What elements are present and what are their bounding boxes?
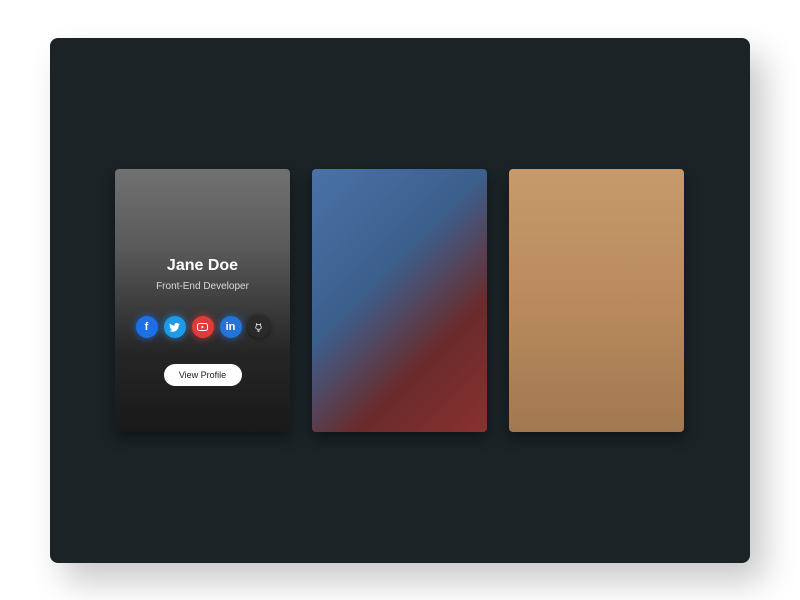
social-links: f in <box>135 316 270 338</box>
profile-role: Front-End Developer <box>156 281 249 292</box>
twitter-icon[interactable] <box>163 316 186 338</box>
linkedin-icon[interactable]: in <box>219 316 242 338</box>
profile-name: Jane Doe <box>166 257 239 274</box>
facebook-icon[interactable]: f <box>135 316 158 338</box>
profile-card-photo-3[interactable] <box>509 169 684 432</box>
profile-photo <box>312 169 487 432</box>
view-profile-button[interactable]: View Profile <box>163 364 242 386</box>
profile-overlay: Jane Doe Front-End Developer f in View P… <box>115 169 290 432</box>
profile-card-photo-2[interactable] <box>312 169 487 432</box>
card-gallery: Jane Doe Front-End Developer f in View P… <box>50 38 750 563</box>
github-icon[interactable] <box>247 316 270 338</box>
profile-card[interactable]: Jane Doe Front-End Developer f in View P… <box>115 169 290 432</box>
youtube-icon[interactable] <box>191 316 214 338</box>
profile-photo <box>509 169 684 432</box>
